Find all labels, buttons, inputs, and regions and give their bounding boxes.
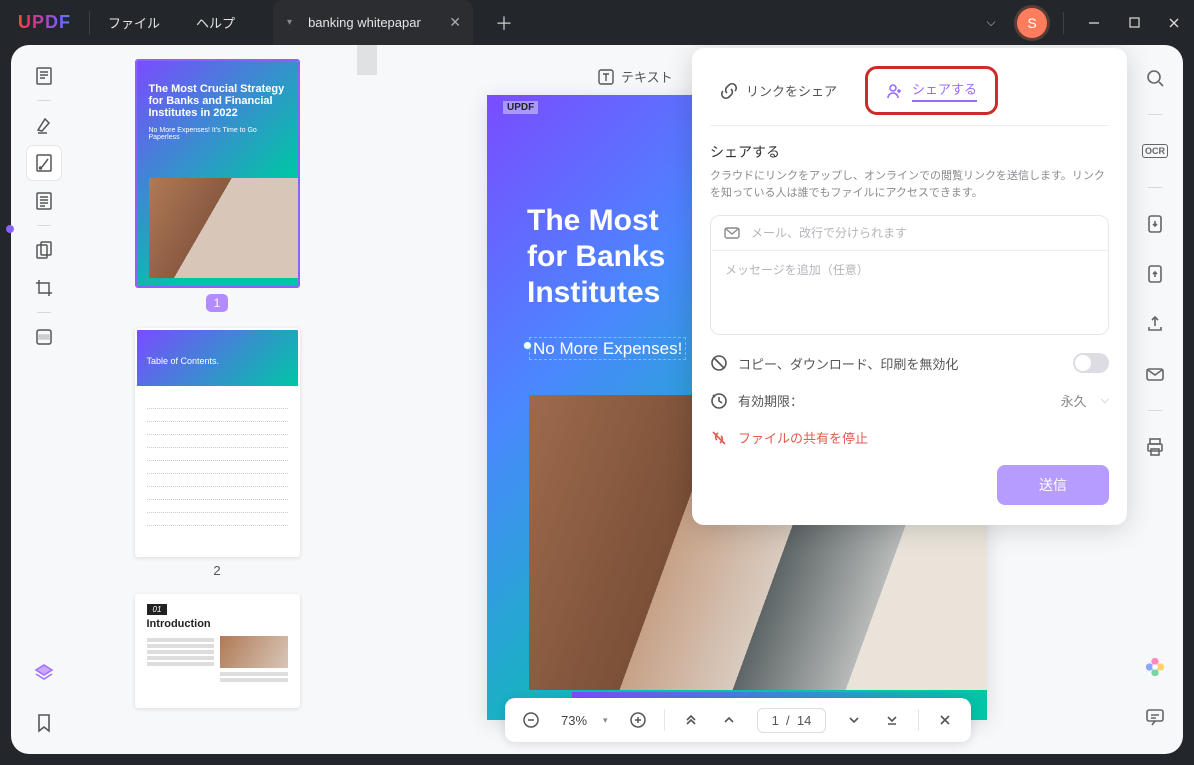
stop-sharing-button[interactable]: ファイルの共有を停止 [710, 428, 1109, 447]
expiry-label: 有効期限： [738, 391, 803, 410]
menu-file[interactable]: ファイル [90, 13, 178, 32]
chat-icon[interactable] [1138, 700, 1172, 734]
thumb2-title: Table of Contents. [137, 330, 298, 386]
crop-tool-icon[interactable] [27, 271, 61, 305]
selection-handle-icon[interactable] [523, 341, 532, 350]
share-export-icon[interactable] [1138, 307, 1172, 341]
window-maximize-button[interactable] [1114, 0, 1154, 45]
tab-close-icon[interactable]: ✕ [449, 14, 461, 31]
tutorial-highlight: シェアする [865, 66, 998, 115]
unlink-icon [710, 429, 728, 447]
share-tab-link[interactable]: リンクをシェア [710, 75, 847, 106]
divider [1063, 12, 1064, 34]
first-page-button[interactable] [675, 704, 707, 736]
share-email-input[interactable] [751, 226, 1096, 240]
expiry-value: 永久 [1061, 391, 1087, 410]
ocr-icon[interactable]: OCR [1138, 134, 1172, 168]
share-heading: シェアする [710, 142, 1109, 162]
copy-tool-icon[interactable] [27, 233, 61, 267]
share-description: クラウドにリンクをアップし、オンラインでの閲覧リンクを送信します。リンクを知って… [710, 168, 1109, 201]
disable-icon [710, 354, 728, 372]
print-icon[interactable] [1138, 430, 1172, 464]
thumb1-title: The Most Crucial Strategy for Banks and … [137, 61, 298, 123]
stop-sharing-label: ファイルの共有を停止 [738, 428, 868, 447]
viewer-bottom-bar: 73%▾ 1 / 14 [505, 698, 971, 742]
link-icon [720, 82, 738, 100]
thumbnails-panel[interactable]: The Most Crucial Strategy for Banks and … [77, 45, 357, 754]
selected-text[interactable]: No More Expenses! [529, 337, 686, 360]
user-avatar[interactable]: S [1017, 8, 1047, 38]
share-tab-others-label: シェアする [912, 79, 977, 102]
page-indicator[interactable]: 1 / 14 [757, 708, 827, 733]
export-file-icon[interactable] [1138, 257, 1172, 291]
last-page-button[interactable] [876, 704, 908, 736]
thumbnail-page-1[interactable]: The Most Crucial Strategy for Banks and … [135, 59, 300, 312]
close-bar-button[interactable] [929, 704, 961, 736]
disable-copy-label: コピー、ダウンロード、印刷を無効化 [738, 354, 958, 373]
disable-copy-row: コピー、ダウンロード、印刷を無効化 [710, 353, 1109, 373]
share-tab-others[interactable]: シェアする [876, 73, 987, 108]
layers-icon[interactable] [27, 656, 61, 690]
thumbnail-page-2[interactable]: Table of Contents. 2 [135, 328, 300, 578]
tab-overflow-icon[interactable]: ⌵ [971, 15, 1011, 30]
thumb2-number: 2 [135, 557, 300, 578]
send-button[interactable]: 送信 [997, 465, 1109, 505]
text-tool-icon [597, 68, 615, 86]
prev-page-button[interactable] [713, 704, 745, 736]
workspace: The Most Crucial Strategy for Banks and … [11, 45, 1183, 754]
left-tool-rail [11, 45, 77, 754]
share-tab-link-label: リンクをシェア [746, 81, 837, 100]
next-page-button[interactable] [838, 704, 870, 736]
search-icon[interactable] [1138, 61, 1172, 95]
person-share-icon [886, 82, 904, 100]
mail-share-icon[interactable] [1138, 357, 1172, 391]
thumb3-title: Introduction [147, 618, 288, 630]
disable-copy-toggle[interactable] [1073, 353, 1109, 373]
rail-active-dot [6, 225, 14, 233]
expiry-row[interactable]: 有効期限： 永久 ⌵ [710, 391, 1109, 410]
text-tool-label: テキスト [621, 67, 673, 86]
right-tool-rail: OCR [1127, 45, 1183, 754]
total-pages: 14 [797, 713, 811, 728]
window-close-button[interactable] [1154, 0, 1194, 45]
chevron-down-icon: ▾ [603, 715, 608, 726]
menu-help[interactable]: ヘルプ [178, 13, 253, 32]
current-page: 1 [772, 713, 779, 728]
zoom-out-button[interactable] [515, 704, 547, 736]
tab-dropdown-icon[interactable]: ▾ [287, 17, 292, 28]
thumb1-number: 1 [206, 294, 229, 312]
share-panel: リンクをシェア シェアする シェアする クラウドにリンクをアップし、オンラインで… [692, 48, 1127, 525]
share-message-input[interactable] [711, 251, 1108, 329]
zoom-dropdown[interactable]: 73%▾ [553, 713, 616, 728]
thumb3-chip: 01 [147, 604, 168, 615]
thumbnail-page-3[interactable]: 01 Introduction [135, 594, 300, 708]
chevron-down-icon: ⌵ [1101, 394, 1109, 407]
thumb1-photo [149, 178, 298, 278]
new-tab-button[interactable]: ＋ [495, 10, 513, 36]
thumb1-sub: No More Expenses! It's Time to Go Paperl… [137, 123, 298, 145]
tab-title: banking whitepapar [308, 15, 421, 30]
prev-page-peek [357, 45, 377, 75]
import-icon[interactable] [1138, 207, 1172, 241]
organize-tool-icon[interactable] [27, 184, 61, 218]
window-minimize-button[interactable] [1074, 0, 1114, 45]
redact-tool-icon[interactable] [27, 320, 61, 354]
highlighter-tool-icon[interactable] [27, 108, 61, 142]
doc-brand: UPDF [503, 101, 538, 114]
bookmark-icon[interactable] [27, 706, 61, 740]
text-tool-button[interactable]: テキスト [597, 67, 673, 86]
app-logo: UPDF [0, 12, 89, 33]
document-canvas[interactable]: テキスト UPDF The Most for Banks Institutes … [357, 45, 1127, 754]
reader-tool-icon[interactable] [27, 59, 61, 93]
edit-tool-icon[interactable] [27, 146, 61, 180]
mail-icon [723, 224, 741, 242]
ai-flower-icon[interactable] [1138, 650, 1172, 684]
clock-icon [710, 392, 728, 410]
zoom-in-button[interactable] [622, 704, 654, 736]
share-input-box [710, 215, 1109, 335]
document-tab[interactable]: ▾ banking whitepapar ✕ [273, 0, 473, 45]
titlebar: UPDF ファイル ヘルプ ▾ banking whitepapar ✕ ＋ ⌵… [0, 0, 1194, 45]
